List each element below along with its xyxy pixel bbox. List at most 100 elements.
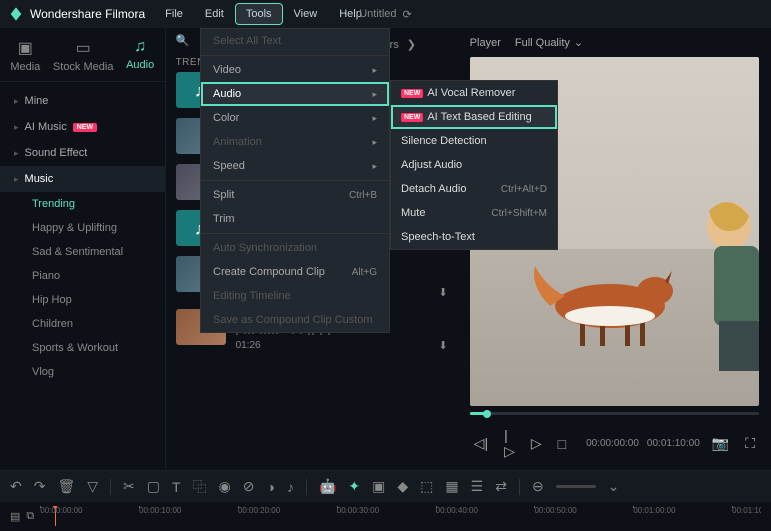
music-sub-sports-workout[interactable]: Sports & Workout: [0, 336, 165, 360]
zoom-menu-icon[interactable]: ⌄: [608, 478, 620, 495]
music-sub-vlog[interactable]: Vlog: [0, 360, 165, 384]
camera-icon[interactable]: 📷: [708, 433, 733, 454]
prev-frame-button[interactable]: ◁|: [470, 433, 492, 454]
sync-icon[interactable]: ⟳: [403, 8, 412, 21]
timeline-tick: 00:00:30:00: [337, 506, 379, 515]
redo-icon[interactable]: ↷: [34, 478, 46, 495]
tools-menu-color[interactable]: Color▸: [201, 106, 389, 130]
tools-menu-audio[interactable]: Audio▸: [201, 82, 389, 106]
effect-icon[interactable]: ✦: [348, 478, 360, 495]
ai-icon[interactable]: 🤖: [319, 478, 336, 495]
sidebar-item-sound-effect[interactable]: ▸Sound Effect: [0, 140, 165, 166]
tools-menu-auto-synchronization: Auto Synchronization: [201, 236, 389, 260]
music-sub-hip-hop[interactable]: Hip Hop: [0, 288, 165, 312]
submenu-arrow-icon: ▸: [372, 89, 377, 100]
new-badge: NEW: [73, 123, 97, 132]
keyframe-icon[interactable]: ◆: [397, 478, 408, 495]
grid-icon[interactable]: ▦: [445, 478, 458, 495]
timeline-menu-icon[interactable]: ▤: [10, 510, 20, 523]
step-back-button[interactable]: |▷: [500, 425, 519, 462]
tools-menu-animation: Animation▸: [201, 130, 389, 154]
transform-icon[interactable]: ⬚: [420, 478, 433, 495]
download-icon[interactable]: ⬇: [438, 339, 447, 352]
music-sub-trending[interactable]: Trending: [0, 192, 165, 216]
color-icon[interactable]: ◑: [267, 479, 275, 495]
timeline-tick: 00:01:10:00: [732, 506, 761, 515]
project-title: Untitled: [359, 8, 396, 20]
timeline-tick: 00:01:00:00: [633, 506, 675, 515]
timeline-tick: 00:00:20:00: [238, 506, 280, 515]
timeline-link-icon[interactable]: ⧉: [26, 510, 34, 523]
tools-menu-save-as-compound-clip-custom: Save as Compound Clip Custom: [201, 308, 389, 332]
record-icon[interactable]: ◉: [219, 478, 231, 495]
media-tab-stock-media[interactable]: ▭Stock Media: [49, 36, 118, 75]
audio-menu-speech-to-text[interactable]: Speech-to-Text: [391, 225, 557, 249]
submenu-arrow-icon: ▸: [372, 113, 377, 124]
audio-icon[interactable]: ♪: [287, 479, 294, 495]
audio-menu-mute[interactable]: MuteCtrl+Shift+M: [391, 201, 557, 225]
audio-menu-adjust-audio[interactable]: Adjust Audio: [391, 153, 557, 177]
search-icon[interactable]: 🔍: [176, 34, 190, 47]
media-tab-media[interactable]: ▣Media: [6, 36, 44, 75]
tools-menu-split[interactable]: SplitCtrl+B: [201, 183, 389, 207]
timeline-tick: 00:00:50:00: [534, 506, 576, 515]
zoom-slider[interactable]: [556, 485, 596, 488]
expand-icon[interactable]: ⛶: [741, 433, 759, 454]
media-tab-audio[interactable]: ♫Audio: [122, 36, 158, 75]
text-icon[interactable]: T: [172, 479, 181, 495]
chevron-down-icon: ⌄: [574, 36, 583, 49]
audio-menu-silence-detection[interactable]: Silence Detection: [391, 129, 557, 153]
new-badge: NEW: [401, 89, 423, 98]
sidebar-item-music[interactable]: ▸Music: [0, 166, 165, 192]
tools-menu-select-all-text: Select All Text: [201, 29, 389, 53]
nav-arrow-icon[interactable]: ❯: [407, 38, 416, 51]
undo-icon[interactable]: ↶: [10, 478, 22, 495]
new-badge: NEW: [401, 113, 423, 122]
menu-tools[interactable]: Tools: [236, 4, 282, 24]
menu-view[interactable]: View: [284, 4, 328, 24]
tools-menu-speed[interactable]: Speed▸: [201, 154, 389, 178]
marker-icon[interactable]: ▽: [87, 478, 98, 495]
sidebar-item-mine[interactable]: ▸Mine: [0, 88, 165, 114]
delete-icon[interactable]: 🗑: [57, 478, 75, 495]
audio-menu-ai-text-based-editing[interactable]: NEWAI Text Based Editing: [391, 105, 557, 129]
tools-menu-video[interactable]: Video▸: [201, 58, 389, 82]
preview-person: [689, 196, 759, 376]
tools-menu-trim[interactable]: Trim: [201, 207, 389, 231]
mask-icon[interactable]: ▣: [372, 478, 385, 495]
submenu-arrow-icon: ▸: [372, 137, 377, 148]
zoom-out-icon[interactable]: ⊖: [532, 478, 544, 495]
crop-icon[interactable]: ▢: [147, 478, 160, 495]
sidebar-item-ai-music[interactable]: ▸AI MusicNEW: [0, 114, 165, 140]
time-current: 00:00:00:00: [586, 438, 639, 449]
stock-media-icon: ▭: [76, 38, 91, 58]
mix-icon[interactable]: ⇄: [495, 478, 507, 495]
progress-bar[interactable]: [470, 412, 759, 415]
copy-icon[interactable]: ⿻: [193, 477, 207, 497]
menu-edit[interactable]: Edit: [195, 4, 234, 24]
speed-icon[interactable]: ⊘: [243, 478, 255, 495]
audio-menu-ai-vocal-remover[interactable]: NEWAI Vocal Remover: [391, 81, 557, 105]
play-button[interactable]: ▷: [527, 433, 546, 454]
music-sub-children[interactable]: Children: [0, 312, 165, 336]
media-icon: ▣: [18, 38, 33, 58]
download-icon[interactable]: ⬇: [438, 286, 447, 299]
menu-file[interactable]: File: [155, 4, 193, 24]
chevron-right-icon: ▸: [14, 122, 19, 133]
tools-menu-create-compound-clip[interactable]: Create Compound ClipAlt+G: [201, 260, 389, 284]
cut-icon[interactable]: ✂: [123, 478, 135, 495]
chevron-right-icon: ▸: [14, 96, 19, 107]
app-name: Wondershare Filmora: [30, 7, 145, 21]
chevron-right-icon: ▸: [14, 148, 19, 159]
stop-button[interactable]: □: [554, 434, 570, 454]
audio-menu-detach-audio[interactable]: Detach AudioCtrl+Alt+D: [391, 177, 557, 201]
time-total: 00:01:10:00: [647, 438, 700, 449]
player-label: Player: [470, 37, 501, 49]
track-duration: 01:26: [236, 340, 261, 351]
music-sub-happy-uplifting[interactable]: Happy & Uplifting: [0, 216, 165, 240]
layers-icon[interactable]: ☰: [471, 478, 484, 495]
music-sub-piano[interactable]: Piano: [0, 264, 165, 288]
music-sub-sad-sentimental[interactable]: Sad & Sentimental: [0, 240, 165, 264]
timeline-tick: 00:00:00:00: [40, 506, 82, 515]
quality-select[interactable]: Full Quality ⌄: [515, 36, 583, 49]
